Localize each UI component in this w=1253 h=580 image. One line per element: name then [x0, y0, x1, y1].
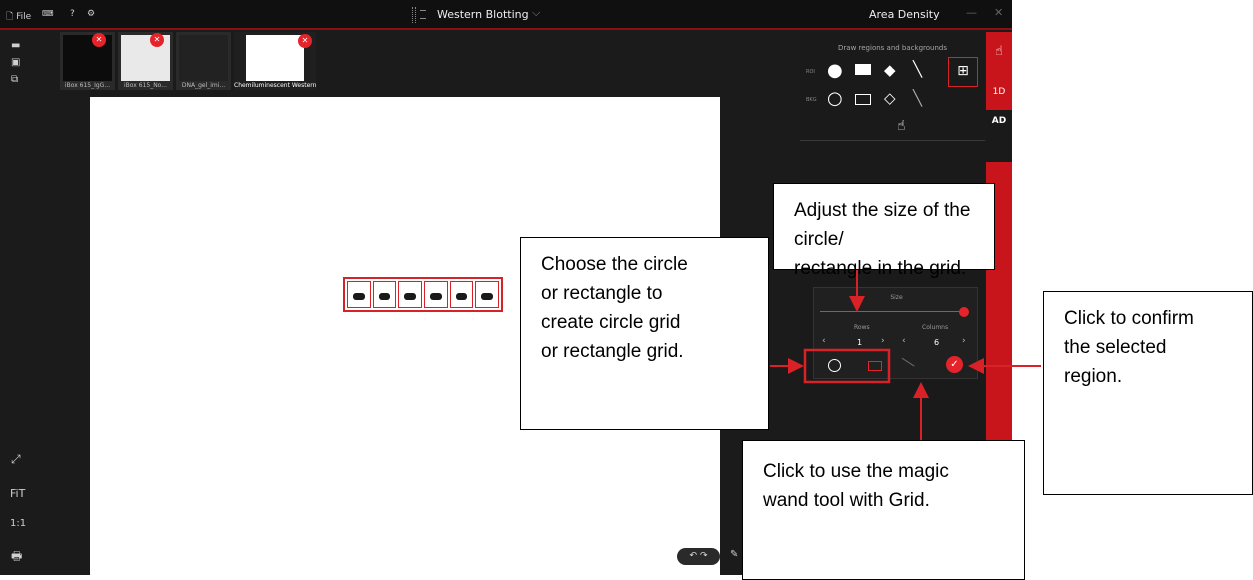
grid-cell[interactable] — [347, 281, 371, 308]
size-label: Size — [890, 294, 903, 301]
fit-button[interactable]: FiT — [10, 487, 25, 500]
roi-circle-icon[interactable]: ● — [827, 60, 843, 81]
grid-settings-panel: Size Rows Columns ‹ 1 › ‹ 6 › ╲ ✓ — [813, 287, 978, 379]
roi-rectangle-icon[interactable] — [855, 64, 871, 75]
copy-icon[interactable]: ⧉ — [11, 74, 18, 85]
thumbnail-label: iBox 615_No... — [124, 82, 167, 89]
file-icon: 🗋 — [6, 12, 14, 22]
callout-line: create circle grid — [541, 312, 681, 333]
thumbnail-label: iBox 615_IgG... — [64, 82, 111, 89]
undo-redo-control[interactable]: ↶ ↷ — [677, 548, 720, 565]
rectangle-grid-icon[interactable] — [868, 361, 882, 371]
callout-magic-wand: Click to use the magic wand tool with Gr… — [742, 440, 1025, 580]
circle-grid-icon[interactable] — [828, 359, 841, 372]
title-bar: 🗋 File ⌨ ? ⚙ Western Blotting ⌵ Area Den… — [0, 0, 1012, 30]
panel-divider — [800, 140, 985, 141]
thumbnail-1[interactable]: iBox 615_IgG... ✕ — [60, 32, 115, 90]
remove-thumbnail-icon[interactable]: ✕ — [92, 33, 106, 47]
size-slider-knob[interactable] — [959, 307, 969, 317]
rows-increase-icon[interactable]: › — [881, 336, 885, 346]
size-slider-track[interactable] — [820, 311, 968, 312]
touch-mode-icon[interactable]: ☝ — [986, 44, 1012, 59]
callout-line: wand tool with Grid. — [763, 490, 930, 511]
settings-gear-icon[interactable]: ⚙ — [87, 9, 95, 19]
thumbnail-label: Chemiluminescent Western Blot — [234, 82, 316, 89]
magic-wand-icon[interactable]: ╲ — [902, 355, 914, 370]
thumbnail-4-selected[interactable]: Chemiluminescent Western Blot ✕ — [234, 32, 316, 90]
callout-line: the selected — [1064, 337, 1167, 358]
print-icon[interactable]: 🖶 — [11, 547, 22, 568]
thumbnail-image — [179, 35, 228, 81]
thumbnail-image — [246, 35, 304, 81]
save-icon[interactable]: ▣ — [11, 57, 20, 68]
grid-cell[interactable] — [475, 281, 500, 308]
roi-polygon-icon[interactable]: ◆ — [884, 61, 896, 79]
bkg-circle-icon[interactable]: ○ — [827, 88, 843, 109]
callout-line: region. — [1064, 366, 1123, 387]
help-button[interactable]: ? — [70, 9, 75, 19]
callout-choose-shape: Choose the circle or rectangle to create… — [520, 237, 769, 430]
tab-1d[interactable]: 1D — [986, 87, 1012, 97]
bkg-magic-wand-icon[interactable]: ╲ — [913, 89, 922, 107]
confirm-check-icon[interactable]: ✓ — [946, 356, 963, 373]
menu-lines-icon[interactable] — [420, 10, 426, 19]
close-button[interactable]: ✕ — [994, 6, 1003, 19]
hand-pointer-icon[interactable]: ☝ — [897, 118, 906, 134]
roi-row-label: ROI — [806, 69, 815, 75]
expand-icon[interactable]: ⤢ — [11, 452, 21, 467]
rows-decrease-icon[interactable]: ‹ — [822, 336, 826, 346]
chevron-down-icon[interactable]: ⌵ — [532, 6, 540, 20]
callout-line: rectangle in the grid. — [794, 258, 967, 279]
roi-grid-icon[interactable]: ⊞ — [948, 57, 978, 87]
columns-decrease-icon[interactable]: ‹ — [902, 336, 906, 346]
callout-line: or rectangle grid. — [541, 341, 684, 362]
draw-regions-label: Draw regions and backgrounds — [838, 44, 947, 52]
callout-line: or rectangle to — [541, 283, 663, 304]
callout-line: Click to use the magic — [763, 461, 949, 482]
thumbnail-2[interactable]: iBox 615_No... ✕ — [118, 32, 173, 90]
remove-thumbnail-icon[interactable]: ✕ — [150, 33, 164, 47]
redo-icon[interactable]: ↷ — [700, 551, 708, 561]
bkg-polygon-icon[interactable]: ◇ — [884, 89, 896, 107]
columns-label: Columns — [922, 324, 949, 331]
remove-thumbnail-icon[interactable]: ✕ — [298, 34, 312, 48]
columns-increase-icon[interactable]: › — [962, 336, 966, 346]
bkg-row-label: BKG — [806, 97, 817, 103]
columns-value: 6 — [934, 338, 940, 347]
tab-ad[interactable]: AD — [986, 110, 1012, 132]
eraser-icon[interactable]: ✎ — [730, 549, 738, 560]
undo-icon[interactable]: ↶ — [690, 551, 698, 561]
thumbnail-3[interactable]: DNA_gel_imi... — [176, 32, 231, 90]
rows-value: 1 — [857, 338, 863, 347]
tab-selected-bg — [986, 130, 1012, 162]
panel-grip-icon[interactable] — [412, 7, 416, 23]
callout-line: Adjust the size of the circle/ — [794, 200, 971, 250]
grid-cell[interactable] — [398, 281, 423, 308]
keyboard-icon[interactable]: ⌨ — [42, 9, 54, 18]
callout-line: Choose the circle — [541, 254, 688, 275]
grid-cell[interactable] — [449, 281, 474, 308]
callout-line: Click to confirm — [1064, 308, 1194, 329]
open-folder-icon[interactable]: ▬ — [11, 40, 20, 51]
callout-confirm: Click to confirm the selected region. — [1043, 291, 1253, 495]
workflow-title[interactable]: Western Blotting — [437, 8, 529, 21]
callout-adjust-size: Adjust the size of the circle/ rectangle… — [773, 183, 995, 279]
rows-label: Rows — [854, 324, 870, 331]
grid-cell[interactable] — [372, 281, 397, 308]
thumbnail-label: DNA_gel_imi... — [181, 82, 226, 89]
left-toolbar: ▬ ▣ ⧉ ⤢ FiT 1:1 🖶 — [0, 32, 30, 575]
file-menu[interactable]: 🗋 File — [6, 9, 31, 25]
roi-magic-wand-icon[interactable]: ╲ — [913, 60, 922, 78]
bkg-rectangle-icon[interactable] — [855, 94, 871, 105]
actual-size-button[interactable]: 1:1 — [10, 518, 26, 529]
mode-title: Area Density — [869, 8, 940, 21]
roi-grid[interactable] — [343, 277, 503, 312]
grid-cell[interactable] — [424, 281, 448, 308]
minimize-button[interactable]: — — [966, 6, 977, 19]
